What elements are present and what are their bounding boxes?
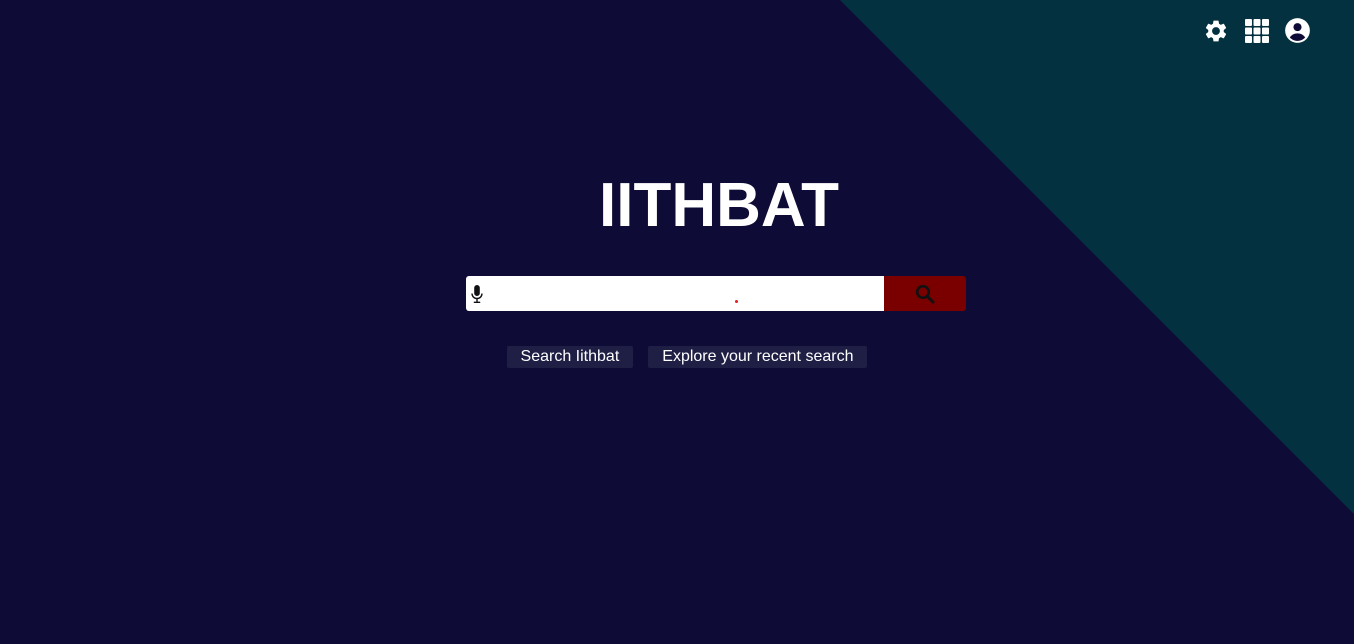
quick-links: Search Iithbat Explore your recent searc… [0, 346, 1354, 368]
search-input[interactable] [487, 276, 884, 311]
cursor-dot [735, 300, 738, 303]
apps-grid-icon[interactable] [1243, 17, 1270, 44]
account-circle-icon[interactable] [1284, 17, 1311, 44]
page: IITHBAT Search Iithbat Explore your rece… [0, 0, 1354, 644]
search-button[interactable] [884, 276, 966, 311]
gear-icon[interactable] [1202, 17, 1229, 44]
search-field [466, 276, 884, 311]
search-bar [466, 276, 966, 311]
header-icons [1202, 17, 1311, 44]
search-site-button[interactable]: Search Iithbat [506, 346, 634, 368]
microphone-icon[interactable] [467, 276, 487, 311]
search-icon [915, 284, 935, 303]
corner-triangle-decoration [840, 0, 1354, 514]
explore-recent-search-button[interactable]: Explore your recent search [648, 346, 868, 368]
logo-title: IITHBAT [599, 171, 839, 240]
